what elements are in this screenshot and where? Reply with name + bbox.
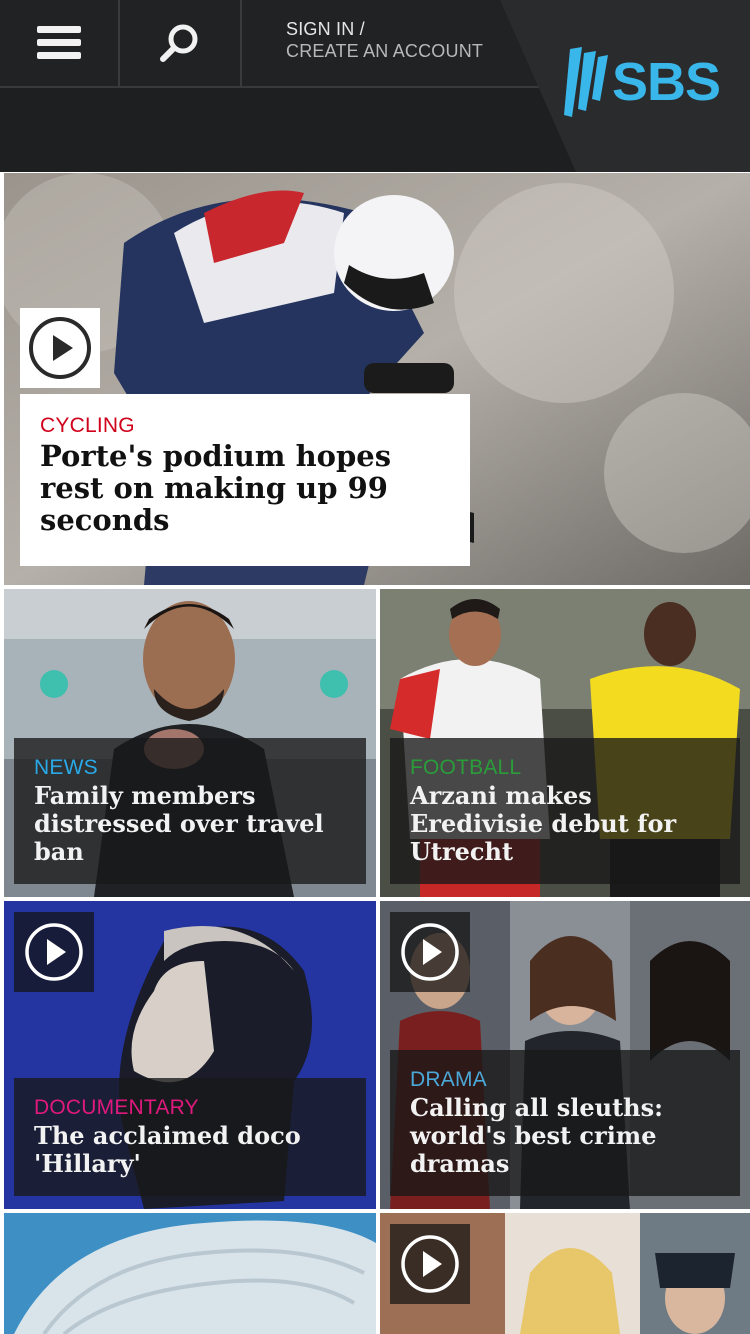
news-category: NEWS (34, 756, 98, 779)
video-play-button[interactable] (390, 1224, 470, 1304)
play-icon (29, 317, 91, 379)
hero-headline: Porte's podium hopes rest on making up 9… (40, 439, 392, 537)
masks-story-image (4, 1213, 376, 1334)
sbs-logo[interactable]: SBS (560, 42, 730, 122)
news-headline: Family members distressed over travel ba… (34, 781, 324, 866)
story-tile-masks[interactable] (4, 1213, 376, 1334)
story-tile-documentary[interactable]: DOCUMENTARY The acclaimed doco 'Hillary' (4, 901, 376, 1209)
search-button[interactable] (120, 0, 242, 86)
documentary-caption: DOCUMENTARY The acclaimed doco 'Hillary' (14, 1078, 366, 1196)
documentary-category: DOCUMENTARY (34, 1096, 199, 1119)
menu-button[interactable] (0, 0, 120, 86)
football-headline: Arzani makes Eredivisie debut for Utrech… (410, 781, 677, 866)
news-caption: NEWS Family members distressed over trav… (14, 738, 366, 884)
header-divider (0, 86, 560, 88)
sign-in-link[interactable]: SIGN IN / CREATE AN ACCOUNT (286, 18, 483, 62)
create-account-label: CREATE AN ACCOUNT (286, 41, 484, 61)
menu-icon (37, 26, 81, 59)
story-tile-news[interactable]: NEWS Family members distressed over trav… (4, 589, 376, 897)
football-caption: FOOTBALL Arzani makes Eredivisie debut f… (390, 738, 740, 884)
sbs-logo-text: SBS (612, 52, 721, 112)
hero-play-button[interactable] (20, 308, 100, 388)
sbs-logo-mark (564, 47, 608, 117)
football-category: FOOTBALL (410, 756, 522, 779)
hero-category: CYCLING (40, 414, 135, 437)
story-tile-drama[interactable]: DRAMA Calling all sleuths: world's best … (380, 901, 750, 1209)
play-icon (25, 923, 83, 981)
drama-category: DRAMA (410, 1068, 487, 1091)
story-tile-football[interactable]: FOOTBALL Arzani makes Eredivisie debut f… (380, 589, 750, 897)
hero-caption[interactable]: CYCLING Porte's podium hopes rest on mak… (20, 394, 470, 566)
drama-play-button[interactable] (390, 912, 470, 992)
documentary-headline: The acclaimed doco 'Hillary' (34, 1121, 301, 1178)
play-icon (401, 923, 459, 981)
hero-story[interactable]: CYCLING Porte's podium hopes rest on mak… (4, 173, 750, 585)
play-icon (401, 1235, 459, 1293)
top-header: SIGN IN / CREATE AN ACCOUNT SBS (0, 0, 750, 172)
documentary-play-button[interactable] (14, 912, 94, 992)
drama-caption: DRAMA Calling all sleuths: world's best … (390, 1050, 740, 1196)
search-icon (160, 24, 198, 62)
story-tile-video[interactable] (380, 1213, 750, 1334)
sign-in-label: SIGN IN / (286, 19, 365, 39)
drama-headline: Calling all sleuths: world's best crime … (410, 1093, 663, 1178)
